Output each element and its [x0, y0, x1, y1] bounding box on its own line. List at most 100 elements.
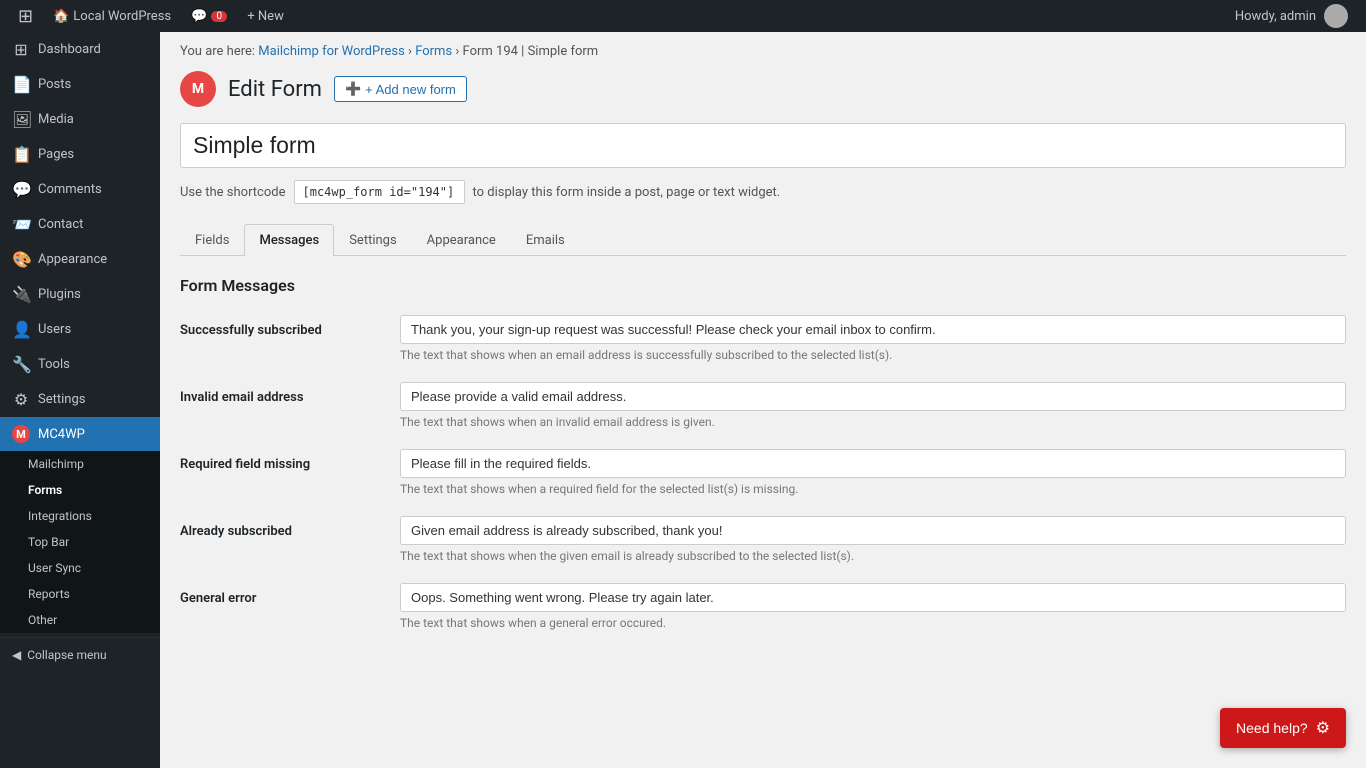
adminbar-site-name[interactable]: 🏠 Local WordPress [43, 0, 181, 32]
sidebar-item-contact[interactable]: 📨 Contact [0, 207, 160, 242]
form-name-input[interactable] [180, 123, 1346, 168]
need-help-button[interactable]: Need help? ⚙ [1220, 708, 1346, 748]
message-help-successfully-subscribed: The text that shows when an email addres… [400, 348, 1346, 362]
sidebar-item-plugins[interactable]: 🔌 Plugins [0, 277, 160, 312]
submenu-item-user-sync[interactable]: User Sync [0, 555, 160, 581]
add-new-label: + Add new form [365, 82, 456, 97]
sidebar-item-settings[interactable]: ⚙ Settings [0, 382, 160, 417]
tools-icon: 🔧 [12, 355, 30, 374]
sidebar-item-comments[interactable]: 💬 Comments [0, 172, 160, 207]
sidebar: ⊞ Dashboard 📄 Posts 🖼 Media 📋 Pages 💬 Co… [0, 32, 160, 768]
tab-emails[interactable]: Emails [511, 224, 580, 256]
posts-icon: 📄 [12, 75, 30, 94]
sidebar-item-label: Media [38, 112, 74, 127]
comments-count: 0 [211, 11, 227, 22]
submenu-item-forms[interactable]: Forms [0, 477, 160, 503]
breadcrumb-current: Form 194 | Simple form [463, 44, 599, 59]
sidebar-item-mc4wp[interactable]: M MC4WP [0, 417, 160, 451]
main-content: You are here: Mailchimp for WordPress › … [160, 32, 1366, 768]
contact-icon: 📨 [12, 215, 30, 234]
shortcode-row: Use the shortcode to display this form i… [180, 180, 1346, 204]
add-new-form-button[interactable]: ➕ + Add new form [334, 76, 467, 102]
sidebar-item-label: Dashboard [38, 42, 101, 57]
message-label-general-error: General error [180, 583, 380, 606]
sidebar-item-label: MC4WP [38, 427, 85, 442]
message-row-invalid-email: Invalid email address The text that show… [180, 382, 1346, 429]
breadcrumb-forms[interactable]: Forms [415, 44, 452, 59]
adminbar-wp-logo[interactable]: ⊞ [8, 0, 43, 32]
admin-bar: ⊞ 🏠 Local WordPress 💬 0 + New Howdy, adm… [0, 0, 1366, 32]
sidebar-item-label: Posts [38, 77, 71, 92]
breadcrumb: You are here: Mailchimp for WordPress › … [180, 44, 1346, 59]
message-row-successfully-subscribed: Successfully subscribed The text that sh… [180, 315, 1346, 362]
message-row-general-error: General error The text that shows when a… [180, 583, 1346, 630]
users-icon: 👤 [12, 320, 30, 339]
message-field-wrap-required-field: The text that shows when a required fiel… [400, 449, 1346, 496]
sidebar-item-users[interactable]: 👤 Users [0, 312, 160, 347]
sidebar-item-label: Comments [38, 182, 102, 197]
shortcode-prefix: Use the shortcode [180, 185, 286, 200]
message-label-invalid-email: Invalid email address [180, 382, 380, 405]
submenu-item-integrations[interactable]: Integrations [0, 503, 160, 529]
user-avatar [1324, 4, 1348, 28]
mc4wp-logo: M [180, 71, 216, 107]
breadcrumb-prefix: You are here: [180, 44, 258, 59]
page-header: M Edit Form ➕ + Add new form [180, 71, 1346, 107]
need-help-label: Need help? [1236, 720, 1308, 736]
sidebar-item-label: Pages [38, 147, 74, 162]
message-row-already-subscribed: Already subscribed The text that shows w… [180, 516, 1346, 563]
sidebar-item-pages[interactable]: 📋 Pages [0, 137, 160, 172]
message-help-invalid-email: The text that shows when an invalid emai… [400, 415, 1346, 429]
breadcrumb-mc4wp[interactable]: Mailchimp for WordPress [258, 44, 405, 59]
message-field-wrap-general-error: The text that shows when a general error… [400, 583, 1346, 630]
mc4wp-submenu: Mailchimp Forms Integrations Top Bar Use… [0, 451, 160, 633]
sidebar-item-label: Contact [38, 217, 83, 232]
sidebar-item-label: Settings [38, 392, 85, 407]
message-input-required-field[interactable] [400, 449, 1346, 478]
submenu-item-top-bar[interactable]: Top Bar [0, 529, 160, 555]
submenu-item-mailchimp[interactable]: Mailchimp [0, 451, 160, 477]
message-input-already-subscribed[interactable] [400, 516, 1346, 545]
pages-icon: 📋 [12, 145, 30, 164]
message-input-invalid-email[interactable] [400, 382, 1346, 411]
breadcrumb-sep2: › [455, 44, 462, 59]
sidebar-item-dashboard[interactable]: ⊞ Dashboard [0, 32, 160, 67]
submenu-item-other[interactable]: Other [0, 607, 160, 633]
dashboard-icon: ⊞ [12, 40, 30, 59]
comments-icon: 💬 [191, 9, 207, 24]
tabs-bar: Fields Messages Settings Appearance Emai… [180, 224, 1346, 256]
howdy-label: Howdy, admin [1235, 9, 1316, 24]
media-icon: 🖼 [12, 110, 30, 129]
sidebar-item-label: Tools [38, 357, 70, 372]
tab-fields[interactable]: Fields [180, 224, 244, 256]
adminbar-user[interactable]: Howdy, admin [1225, 0, 1358, 32]
tab-appearance[interactable]: Appearance [412, 224, 511, 256]
sidebar-item-posts[interactable]: 📄 Posts [0, 67, 160, 102]
sidebar-item-tools[interactable]: 🔧 Tools [0, 347, 160, 382]
adminbar-new[interactable]: + New [237, 0, 294, 32]
new-label: + New [247, 9, 284, 24]
message-input-general-error[interactable] [400, 583, 1346, 612]
collapse-menu-button[interactable]: ◀ Collapse menu [0, 637, 160, 672]
form-messages-section: Form Messages Successfully subscribed Th… [180, 276, 1346, 630]
plugins-icon: 🔌 [12, 285, 30, 304]
adminbar-comments[interactable]: 💬 0 [181, 0, 237, 32]
sidebar-item-appearance[interactable]: 🎨 Appearance [0, 242, 160, 277]
tab-messages[interactable]: Messages [244, 224, 334, 256]
tab-settings[interactable]: Settings [334, 224, 411, 256]
shortcode-input[interactable] [294, 180, 465, 204]
appearance-icon: 🎨 [12, 250, 30, 269]
comments-icon: 💬 [12, 180, 30, 199]
message-input-successfully-subscribed[interactable] [400, 315, 1346, 344]
message-help-required-field: The text that shows when a required fiel… [400, 482, 1346, 496]
message-label-successfully-subscribed: Successfully subscribed [180, 315, 380, 338]
mc4wp-icon: M [12, 425, 30, 443]
submenu-item-reports[interactable]: Reports [0, 581, 160, 607]
message-help-already-subscribed: The text that shows when the given email… [400, 549, 1346, 563]
sidebar-item-media[interactable]: 🖼 Media [0, 102, 160, 137]
sidebar-item-label: Appearance [38, 252, 107, 267]
add-icon: ➕ [345, 81, 361, 97]
section-title: Form Messages [180, 276, 1346, 295]
message-field-wrap-invalid-email: The text that shows when an invalid emai… [400, 382, 1346, 429]
message-label-required-field: Required field missing [180, 449, 380, 472]
